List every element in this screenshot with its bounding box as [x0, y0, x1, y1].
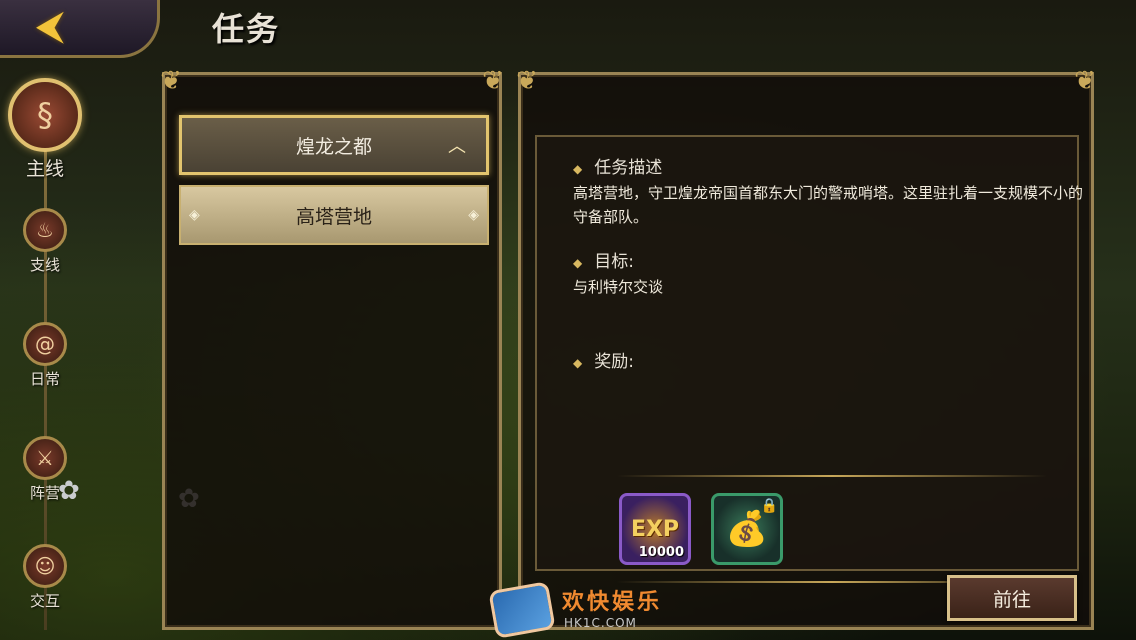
exp-icon: EXP — [630, 516, 680, 542]
description-heading: ◆ 任务描述 — [573, 158, 663, 178]
description-text: 高塔营地，守卫煌龙帝国首都东大门的警戒哨塔。这里驻扎着一支规模不小的守备部队。 — [573, 184, 1084, 226]
lock-icon: 🔒 — [760, 498, 778, 514]
detail-content-box: ◆ 任务描述 高塔营地，守卫煌龙帝国首都东大门的警戒哨塔。这里驻扎着一支规模不小的… — [535, 135, 1083, 583]
crossed-swords-icon: ⚔ — [23, 436, 67, 480]
quest-chapter-label: 煌龙之都 — [295, 135, 372, 158]
flame-icon: ♨ — [23, 208, 67, 252]
quest-sub-item[interactable]: ◈ 高塔营地 ◈ — [179, 185, 489, 245]
ornament-corner: ❦ — [516, 66, 538, 96]
diamond-icon: ◈ — [189, 207, 200, 223]
people-icon: ☺ — [23, 544, 67, 588]
watermark-text: 欢快娱乐 — [562, 590, 663, 615]
sidebar-item-label: 阵营 — [29, 484, 60, 502]
sidebar-item-side[interactable]: ♨ 支线 — [0, 208, 90, 275]
back-button[interactable]: ⮜ — [10, 3, 90, 49]
watermark-url: HK1C.COM — [564, 616, 637, 630]
back-arrow-icon: ⮜ — [35, 3, 65, 49]
back-button-frame: ⮜ — [0, 0, 160, 58]
ornament-corner: ❦ — [482, 66, 504, 96]
bullet-icon: ◆ — [573, 162, 583, 176]
swirl-icon: @ — [23, 322, 67, 366]
ornament-corner: ❦ — [1074, 66, 1096, 96]
chevron-up-icon[interactable]: ︿ — [442, 132, 472, 158]
bullet-icon: ◆ — [573, 356, 583, 370]
divider — [617, 475, 1047, 477]
sidebar-item-daily[interactable]: @ 日常 — [0, 322, 90, 389]
scroll-icon: § — [8, 78, 82, 152]
goal-heading: ◆ 目标: — [573, 252, 634, 272]
watermark-logo: 欢快娱乐 HK1C.COM — [488, 581, 663, 639]
sidebar-item-label: 支线 — [29, 256, 60, 274]
ornament-corner: ❦ — [160, 66, 182, 96]
quest-list-panel: ❦ ❦ 煌龙之都 ︿ ◈ 高塔营地 ◈ — [160, 67, 504, 630]
quest-chapter-item[interactable]: 煌龙之都 ︿ — [179, 115, 489, 175]
diamond-icon: ◈ — [468, 207, 479, 223]
flower-decoration: ✿ — [58, 476, 80, 506]
reward-gold-bag-item[interactable]: 💰 🔒 — [711, 493, 783, 565]
go-button[interactable]: 前往 — [947, 575, 1077, 621]
sidebar-item-label: 日常 — [29, 370, 60, 388]
quest-sub-label: 高塔营地 — [295, 205, 372, 228]
bullet-icon: ◆ — [573, 256, 583, 270]
reward-heading: ◆ 奖励: — [573, 352, 634, 372]
sidebar-item-label: 主线 — [25, 158, 64, 180]
sidebar-item-label: 交互 — [29, 592, 60, 610]
reward-exp-item[interactable]: EXP 10000 — [619, 493, 691, 565]
goal-text: 与利特尔交谈 — [573, 278, 664, 296]
gold-bag-icon: 💰 — [725, 509, 769, 549]
sidebar-item-interact[interactable]: ☺ 交互 — [0, 544, 90, 611]
reward-amount: 10000 — [638, 545, 684, 560]
quest-detail-panel: ❦ ❦ ◆ 任务描述 高塔营地，守卫煌龙帝国首都东大门的警戒哨塔。这里驻扎着一支规… — [516, 67, 1096, 630]
page-title: 任务 — [212, 10, 281, 48]
sidebar-item-main[interactable]: § 主线 — [0, 78, 90, 181]
gamepad-icon — [488, 581, 556, 639]
